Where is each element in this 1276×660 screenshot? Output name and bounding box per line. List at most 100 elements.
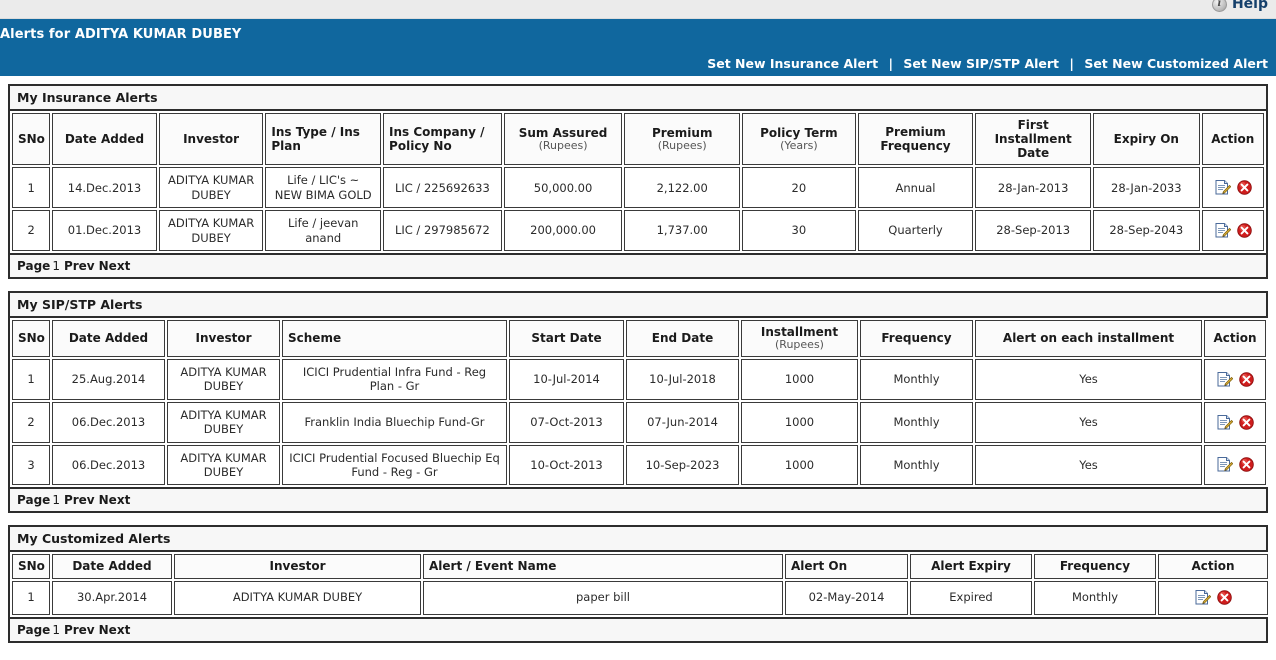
cell-start-date: 07-Oct-2013	[509, 401, 624, 443]
page-number: 1	[52, 622, 60, 637]
col-ins-type-plan: Ins Type / Ins Plan	[265, 113, 382, 166]
cell-ins-type-plan: Life / jeevan anand	[265, 210, 382, 251]
cell-ins-company-policy: LIC / 297985672	[383, 210, 502, 251]
col-policy-term: Policy Term (Years)	[742, 113, 856, 166]
cell-investor: ADITYA KUMAR DUBEY	[167, 359, 280, 400]
customized-alerts-table: SNo Date Added Investor Alert / Event Na…	[10, 552, 1270, 617]
col-alert-expiry: Alert Expiry	[910, 554, 1032, 579]
help-link[interactable]: i Help	[1211, 0, 1268, 12]
cell-alert-expiry: Expired	[910, 580, 1032, 615]
table-row: 1 14.Dec.2013 ADITYA KUMAR DUBEY Life / …	[12, 167, 1264, 209]
cell-sno: 1	[12, 167, 51, 209]
edit-icon[interactable]	[1216, 371, 1233, 388]
delete-icon[interactable]	[1237, 223, 1252, 238]
cell-investor: ADITYA KUMAR DUBEY	[158, 167, 264, 209]
cell-action	[1204, 444, 1266, 486]
cell-investor: ADITYA KUMAR DUBEY	[158, 210, 264, 251]
col-alert-on: Alert On	[785, 554, 908, 579]
delete-icon[interactable]	[1239, 372, 1254, 387]
sip-stp-panel-title: My SIP/STP Alerts	[10, 292, 1266, 318]
cell-first-installment-date: 28-Jan-2013	[975, 167, 1091, 209]
set-new-sip-stp-alert-link[interactable]: Set New SIP/STP Alert	[903, 56, 1059, 71]
edit-icon[interactable]	[1216, 456, 1233, 473]
prev-button[interactable]: Prev	[64, 259, 95, 273]
sip-stp-header-row: SNo Date Added Investor Scheme Start Dat…	[12, 319, 1266, 358]
cell-start-date: 10-Oct-2013	[509, 444, 624, 486]
cell-action	[1204, 401, 1266, 443]
insurance-panel-title: My Insurance Alerts	[10, 86, 1266, 111]
prev-button[interactable]: Prev	[64, 623, 95, 637]
col-date-added: Date Added	[52, 319, 165, 358]
col-scheme: Scheme	[282, 319, 507, 358]
insurance-pagination: Page 1 Prev Next	[10, 252, 1266, 277]
page-body: My Insurance Alerts SNo Date Added Inves…	[0, 76, 1276, 643]
cell-alert-each-installment: Yes	[975, 444, 1202, 486]
page-label: Page	[17, 622, 51, 637]
cell-installment: 1000	[741, 444, 858, 486]
cell-sum-assured: 200,000.00	[503, 210, 623, 251]
cell-first-installment-date: 28-Sep-2013	[975, 210, 1091, 251]
cell-premium-frequency: Annual	[857, 167, 974, 209]
set-new-insurance-alert-link[interactable]: Set New Insurance Alert	[707, 56, 878, 71]
col-frequency: Frequency	[1034, 554, 1156, 579]
col-investor: Investor	[167, 319, 280, 358]
sip-stp-alerts-table: SNo Date Added Investor Scheme Start Dat…	[10, 317, 1268, 488]
delete-icon[interactable]	[1239, 414, 1254, 430]
table-row: 1 30.Apr.2014 ADITYA KUMAR DUBEY paper b…	[12, 580, 1268, 615]
cell-ins-type-plan: Life / LIC's ~ NEW BIMA GOLD	[265, 167, 382, 209]
link-separator-2: |	[1069, 56, 1074, 71]
cell-premium-frequency: Quarterly	[857, 210, 974, 251]
page-number: 1	[52, 493, 60, 508]
cell-sno: 1	[12, 359, 50, 400]
help-label: Help	[1231, 0, 1268, 12]
col-start-date: Start Date	[509, 319, 624, 358]
col-ins-company-policy: Ins Company / Policy No	[383, 113, 502, 166]
cell-installment: 1000	[741, 401, 858, 443]
prev-button[interactable]: Prev	[64, 493, 95, 507]
col-date-added: Date Added	[52, 554, 172, 579]
edit-icon[interactable]	[1216, 414, 1233, 431]
edit-icon[interactable]	[1214, 222, 1231, 239]
col-action: Action	[1158, 554, 1268, 579]
cell-date-added: 06.Dec.2013	[52, 401, 165, 443]
cell-sno: 1	[12, 580, 50, 615]
col-alert-each-installment: Alert on each installment	[975, 319, 1202, 358]
cell-scheme: ICICI Prudential Infra Fund - Reg Plan -…	[282, 359, 507, 400]
next-button[interactable]: Next	[99, 493, 131, 507]
cell-expiry-on: 28-Sep-2043	[1093, 210, 1200, 251]
delete-icon[interactable]	[1237, 180, 1252, 196]
cell-date-added: 01.Dec.2013	[52, 210, 157, 251]
next-button[interactable]: Next	[99, 259, 131, 273]
col-sno: SNo	[12, 319, 50, 358]
table-row: 1 25.Aug.2014 ADITYA KUMAR DUBEY ICICI P…	[12, 359, 1266, 400]
col-investor: Investor	[174, 554, 421, 579]
col-sno: SNo	[12, 113, 51, 166]
cell-date-added: 06.Dec.2013	[52, 444, 165, 486]
edit-icon[interactable]	[1194, 589, 1211, 606]
cell-frequency: Monthly	[860, 444, 973, 486]
cell-ins-company-policy: LIC / 225692633	[383, 167, 502, 209]
cell-installment: 1000	[741, 359, 858, 400]
delete-icon[interactable]	[1239, 457, 1254, 473]
col-sum-assured: Sum Assured (Rupees)	[503, 113, 623, 166]
col-date-added: Date Added	[52, 113, 157, 166]
edit-icon[interactable]	[1214, 179, 1231, 196]
col-alert-event-name: Alert / Event Name	[423, 554, 783, 579]
set-new-customized-alert-link[interactable]: Set New Customized Alert	[1084, 56, 1268, 71]
col-sno: SNo	[12, 554, 50, 579]
cell-action	[1204, 359, 1266, 400]
cell-scheme: ICICI Prudential Focused Bluechip Eq Fun…	[282, 444, 507, 486]
cell-sno: 3	[12, 444, 50, 486]
col-expiry-on: Expiry On	[1093, 113, 1200, 166]
customized-pagination: Page 1 Prev Next	[10, 616, 1266, 641]
cell-end-date: 07-Jun-2014	[626, 401, 739, 443]
cell-alert-each-installment: Yes	[975, 359, 1202, 400]
cell-end-date: 10-Sep-2023	[626, 444, 739, 486]
page-label: Page	[17, 493, 51, 508]
cell-investor: ADITYA KUMAR DUBEY	[174, 580, 421, 615]
delete-icon[interactable]	[1217, 590, 1232, 605]
col-installment: Installment (Rupees)	[741, 319, 858, 358]
next-button[interactable]: Next	[99, 623, 131, 637]
cell-action	[1201, 210, 1264, 251]
cell-end-date: 10-Jul-2018	[626, 359, 739, 400]
